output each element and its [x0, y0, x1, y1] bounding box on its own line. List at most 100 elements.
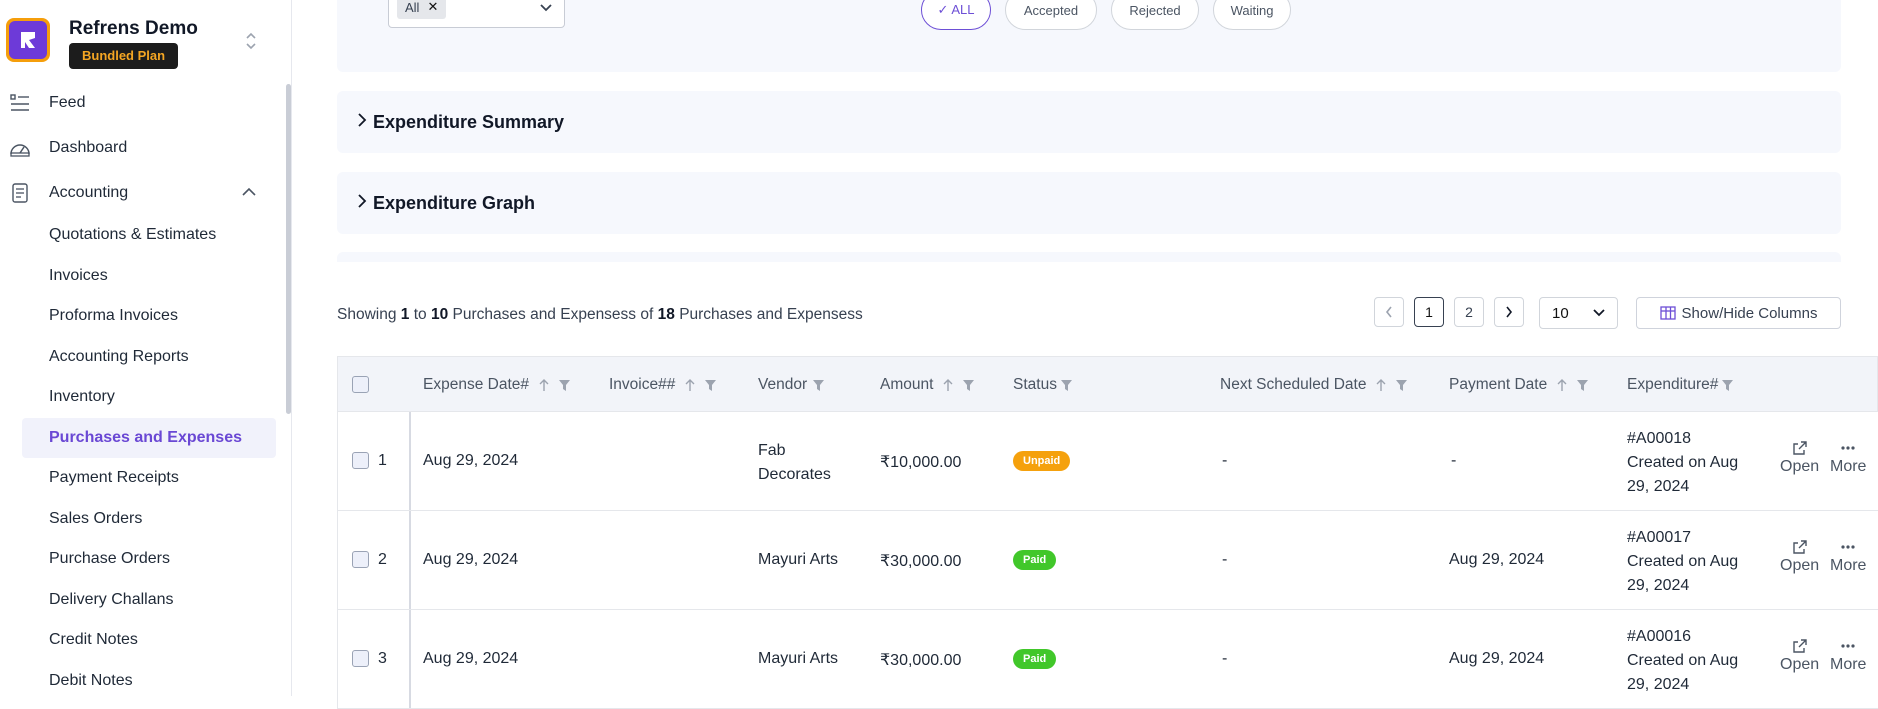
- chevron-up-icon[interactable]: [242, 184, 256, 202]
- expenditure-graph-accordion[interactable]: Expenditure Graph: [337, 172, 1841, 234]
- table-columns-icon: [1659, 306, 1676, 320]
- sidebar-item-delivery-challans[interactable]: Delivery Challans: [0, 580, 284, 621]
- created-on: Created on Aug 29, 2024: [1627, 553, 1739, 594]
- sidebar-item-dashboard[interactable]: Dashboard: [0, 125, 284, 170]
- sidebar-item-inventory[interactable]: Inventory: [0, 377, 284, 418]
- chevron-right-icon: [1506, 306, 1513, 318]
- pagination-prev-button[interactable]: [1374, 297, 1404, 327]
- open-button[interactable]: Open: [1780, 638, 1819, 674]
- more-button[interactable]: More: [1830, 638, 1866, 674]
- sidebar-item-debit-notes[interactable]: Debit Notes: [0, 661, 284, 702]
- amount: ₹30,000.00: [880, 553, 962, 570]
- filter-panel: All ✕ ✓ ALL Accepted Rejected Waiting: [337, 0, 1841, 72]
- expenditure-info[interactable]: #A00017 Created on Aug 29, 2024: [1627, 526, 1745, 598]
- chevron-right-icon: [357, 193, 367, 213]
- sidebar-item-credit-notes[interactable]: Credit Notes: [0, 620, 284, 661]
- column-header-expenditure[interactable]: Expenditure#: [1627, 357, 1734, 413]
- sidebar-item-purchases-expenses[interactable]: Purchases and Expenses: [22, 417, 276, 458]
- pagination-page-1[interactable]: 1: [1414, 297, 1444, 327]
- sidebar-item-purchase-orders[interactable]: Purchase Orders: [0, 539, 284, 580]
- sort-arrow-icon[interactable]: [685, 378, 695, 392]
- close-icon[interactable]: ✕: [427, 0, 438, 15]
- more-dots-icon: [1841, 545, 1855, 549]
- payment-date: Aug 29, 2024: [1449, 650, 1545, 667]
- filter-funnel-icon[interactable]: [1396, 379, 1408, 391]
- status-badge: Paid: [1013, 550, 1057, 570]
- filter-pill-all[interactable]: ✓ ALL: [921, 0, 991, 30]
- sidebar-item-proforma-invoices[interactable]: Proforma Invoices: [0, 296, 284, 337]
- row-number: 1: [378, 452, 387, 469]
- vendor-name: Fab Decorates: [758, 442, 831, 483]
- sort-arrow-icon[interactable]: [539, 378, 549, 392]
- expenditure-info[interactable]: #A00016 Created on Aug 29, 2024: [1627, 625, 1745, 697]
- column-header-expense-date[interactable]: Expense Date#: [423, 357, 570, 413]
- show-hide-columns-label: Show/Hide Columns: [1681, 304, 1818, 322]
- filter-funnel-icon[interactable]: [705, 379, 717, 391]
- sidebar-item-feed[interactable]: Feed: [0, 80, 284, 125]
- more-button[interactable]: More: [1830, 440, 1866, 476]
- column-header-status[interactable]: Status: [1013, 357, 1072, 413]
- sidebar-item-accounting[interactable]: Accounting: [0, 170, 284, 215]
- select-all-checkbox[interactable]: [352, 376, 369, 393]
- sort-arrow-icon[interactable]: [1376, 378, 1386, 392]
- row-checkbox[interactable]: [352, 650, 369, 667]
- filter-pill-rejected[interactable]: Rejected: [1111, 0, 1199, 30]
- status-badge: Paid: [1013, 649, 1057, 669]
- pagination-page-2[interactable]: 2: [1454, 297, 1484, 327]
- sort-arrow-icon[interactable]: [943, 378, 953, 392]
- amount: ₹30,000.00: [880, 652, 962, 669]
- open-button[interactable]: Open: [1780, 440, 1819, 476]
- external-link-icon: [1792, 540, 1807, 554]
- expenditure-info[interactable]: #A00018 Created on Aug 29, 2024: [1627, 427, 1745, 499]
- rows-per-page-select[interactable]: 10: [1539, 297, 1618, 329]
- sidebar-item-quotations[interactable]: Quotations & Estimates: [0, 215, 284, 256]
- filter-funnel-icon[interactable]: [813, 379, 825, 391]
- expense-date: Aug 29, 2024: [423, 452, 519, 469]
- column-header-invoice[interactable]: Invoice##: [609, 357, 717, 413]
- results-summary: Showing 1 to 10 Purchases and Expensess …: [337, 306, 863, 323]
- sidebar-item-invoices[interactable]: Invoices: [0, 256, 284, 297]
- expenditure-id[interactable]: #A00018: [1627, 427, 1745, 451]
- column-header-vendor[interactable]: Vendor: [758, 357, 825, 413]
- plan-badge: Bundled Plan: [69, 43, 179, 69]
- vendor-name: Mayuri Arts: [758, 551, 839, 568]
- expenditure-summary-accordion[interactable]: Expenditure Summary: [337, 91, 1841, 153]
- sidebar-item-payment-receipts[interactable]: Payment Receipts: [0, 458, 284, 499]
- column-header-payment-date[interactable]: Payment Date: [1449, 357, 1589, 413]
- filter-funnel-icon[interactable]: [1722, 379, 1734, 391]
- table-row[interactable]: 2 Aug 29, 2024 Mayuri Arts ₹30,000.00 Pa…: [337, 511, 1878, 610]
- filter-funnel-icon[interactable]: [1577, 379, 1589, 391]
- column-header-amount[interactable]: Amount: [880, 357, 975, 413]
- status-multiselect[interactable]: All ✕: [388, 0, 565, 28]
- row-number: 2: [378, 551, 387, 568]
- expenditure-id[interactable]: #A00016: [1627, 625, 1745, 649]
- open-button[interactable]: Open: [1780, 539, 1819, 575]
- chevron-down-icon[interactable]: [538, 0, 554, 20]
- filter-funnel-icon[interactable]: [559, 379, 570, 391]
- chevron-up-down-icon[interactable]: [244, 30, 264, 54]
- filter-pill-waiting[interactable]: Waiting: [1213, 0, 1291, 30]
- brand-switcher[interactable]: Refrens Demo Bundled Plan: [6, 18, 286, 74]
- filter-funnel-icon[interactable]: [1060, 379, 1072, 391]
- next-scheduled-date: -: [1222, 650, 1228, 667]
- row-checkbox[interactable]: [352, 551, 369, 568]
- payment-date: -: [1451, 452, 1457, 469]
- expenses-table: Expense Date# Invoice## Vendor Amount St…: [337, 356, 1878, 709]
- filter-pill-accepted[interactable]: Accepted: [1005, 0, 1097, 30]
- row-checkbox[interactable]: [352, 452, 369, 469]
- sidebar-item-accounting-reports[interactable]: Accounting Reports: [0, 337, 284, 378]
- table-row[interactable]: 3 Aug 29, 2024 Mayuri Arts ₹30,000.00 Pa…: [337, 610, 1878, 709]
- sidebar-item-sales-orders[interactable]: Sales Orders: [0, 499, 284, 540]
- expenditure-id[interactable]: #A00017: [1627, 526, 1745, 550]
- table-row[interactable]: 1 Aug 29, 2024 Fab Decorates ₹10,000.00 …: [337, 412, 1878, 511]
- sidebar: Refrens Demo Bundled Plan Feed Dashboard…: [0, 0, 292, 696]
- sidebar-scrollbar[interactable]: [286, 84, 291, 414]
- pagination-next-button[interactable]: [1494, 297, 1524, 327]
- filter-funnel-icon[interactable]: [963, 379, 975, 391]
- more-button[interactable]: More: [1830, 539, 1866, 575]
- sort-arrow-icon[interactable]: [1557, 378, 1567, 392]
- column-header-next-scheduled-date[interactable]: Next Scheduled Date: [1220, 357, 1408, 413]
- external-link-icon: [1792, 441, 1807, 455]
- payment-date: Aug 29, 2024: [1449, 551, 1545, 568]
- show-hide-columns-button[interactable]: Show/Hide Columns: [1636, 297, 1841, 329]
